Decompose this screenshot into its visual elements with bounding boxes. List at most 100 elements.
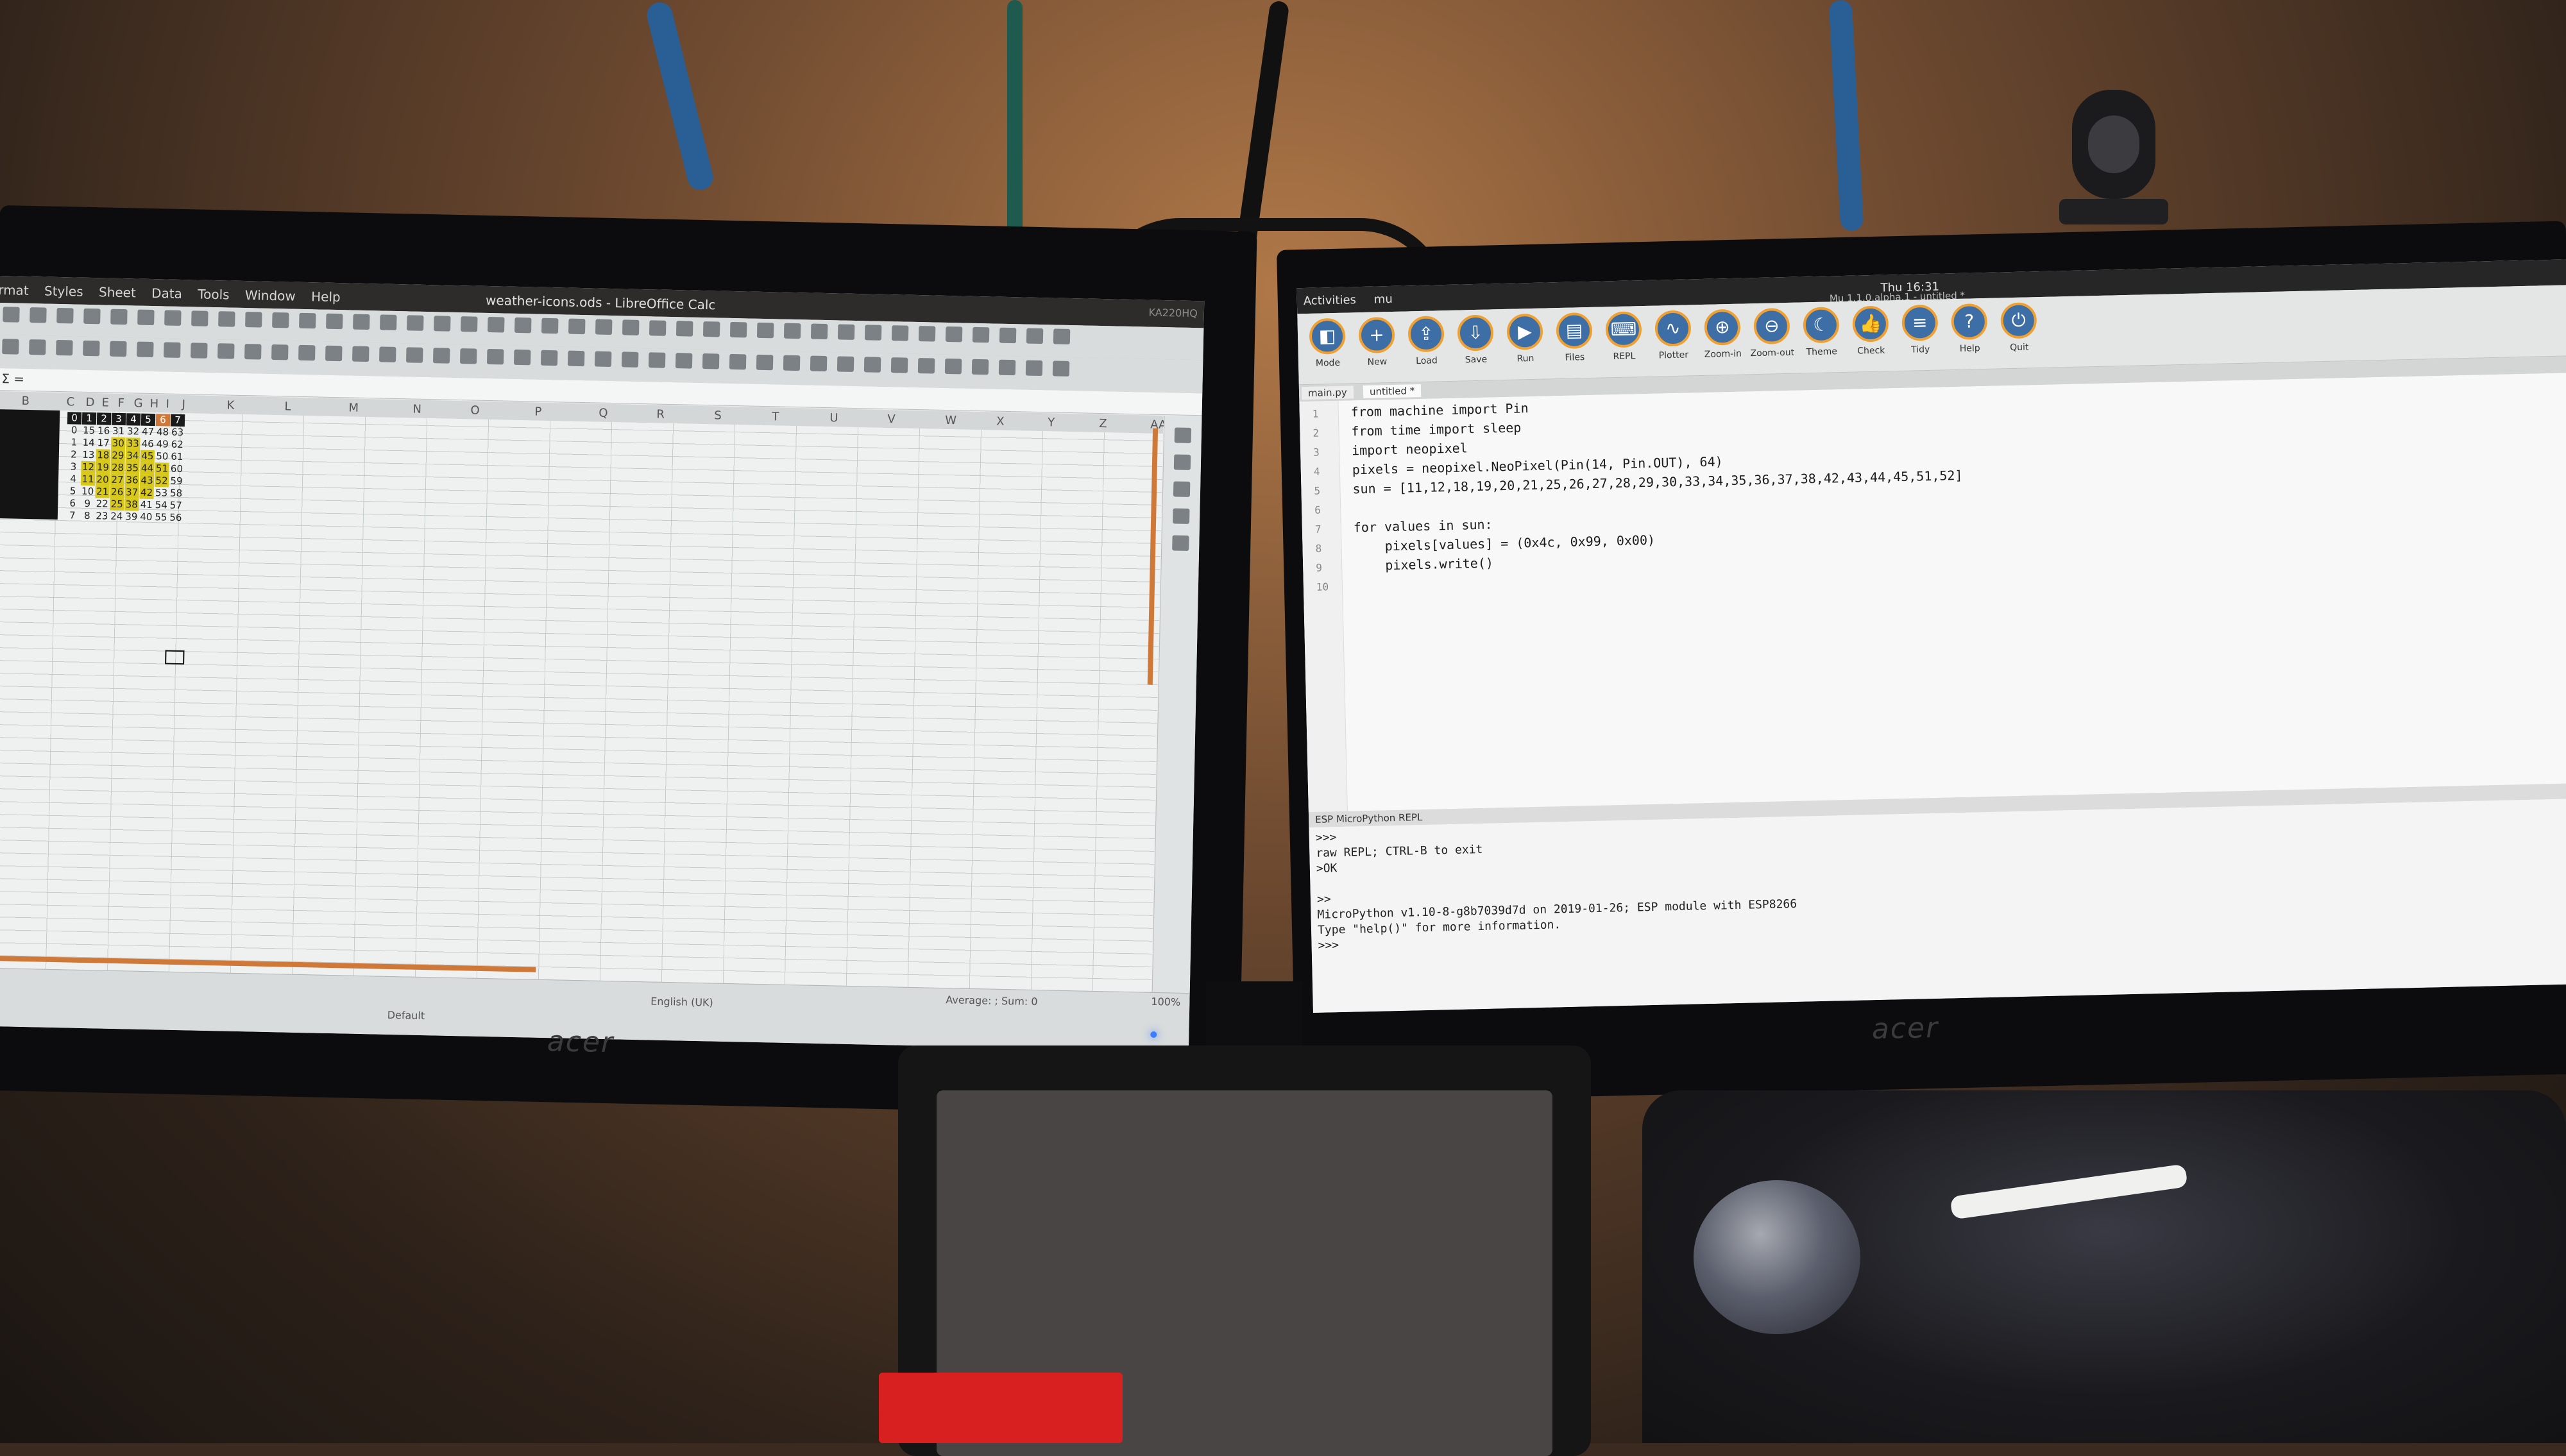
column-header[interactable]: C	[66, 395, 74, 409]
table-cell[interactable]: 31	[111, 425, 125, 437]
zoom-in-button[interactable]: ⊕ Zoom-in	[1699, 309, 1746, 360]
column-header[interactable]: R	[656, 408, 665, 421]
run-button[interactable]: ▶ Run	[1501, 313, 1549, 364]
menu-tools[interactable]: Tools	[198, 286, 230, 302]
table-cell[interactable]: 36	[124, 474, 140, 487]
table-cell[interactable]: 43	[139, 474, 155, 487]
table-cell[interactable]: 27	[110, 473, 125, 487]
code-line[interactable]: from machine import Pin	[1350, 400, 1528, 419]
table-cell[interactable]: 9	[80, 498, 94, 510]
table-cell[interactable]: 2	[67, 448, 81, 461]
sidebar-gallery-icon[interactable]	[1173, 481, 1191, 497]
table-cell[interactable]: 3	[66, 461, 80, 473]
plotter-button[interactable]: ∿ Plotter	[1649, 310, 1697, 361]
table-cell[interactable]: 25	[110, 498, 124, 511]
table-cell[interactable]: 38	[124, 498, 139, 511]
column-header[interactable]: J	[182, 398, 185, 411]
code-line[interactable]: for values in sun:	[1354, 516, 1493, 535]
table-cell[interactable]: 16	[96, 425, 110, 437]
code-line[interactable]: import neopixel	[1352, 440, 1468, 458]
table-cell[interactable]: 46	[140, 438, 155, 450]
column-header[interactable]: D	[85, 396, 94, 409]
table-header-cell[interactable]: 2	[96, 412, 112, 425]
tidy-button[interactable]: ≡ Tidy	[1896, 304, 1944, 355]
column-header[interactable]: Y	[1048, 416, 1055, 429]
menu-sheet[interactable]: Sheet	[99, 284, 136, 300]
table-cell[interactable]: 4	[66, 473, 80, 485]
menu-format[interactable]: rmat	[0, 282, 29, 298]
table-cell[interactable]: 21	[95, 486, 110, 498]
table-cell[interactable]: 53	[154, 487, 168, 499]
sidebar-styles-icon[interactable]	[1173, 454, 1191, 470]
table-cell[interactable]: 18	[96, 449, 111, 462]
table-cell[interactable]: 52	[154, 475, 169, 487]
table-header-cell[interactable]: 4	[126, 413, 141, 426]
column-header[interactable]: K	[226, 398, 234, 412]
theme-button[interactable]: ☾ Theme	[1797, 307, 1845, 358]
table-cell[interactable]: 51	[155, 462, 169, 475]
column-header[interactable]: E	[101, 396, 109, 409]
column-header[interactable]: T	[772, 410, 779, 423]
table-cell[interactable]: 0	[67, 424, 81, 436]
zoom-out-button[interactable]: ⊖ Zoom-out	[1748, 307, 1796, 359]
column-header[interactable]: I	[166, 397, 169, 411]
table-cell[interactable]: 50	[155, 450, 169, 462]
menu-styles[interactable]: Styles	[44, 283, 83, 299]
table-cell[interactable]: 34	[125, 450, 140, 462]
tab-untitled[interactable]: untitled *	[1363, 384, 1422, 398]
table-header-cell[interactable]: 5	[140, 413, 156, 427]
table-header-cell[interactable]: 6	[155, 414, 171, 427]
table-cell[interactable]: 60	[169, 463, 183, 475]
table-cell[interactable]: 26	[110, 486, 124, 499]
column-header[interactable]: S	[714, 409, 722, 422]
column-header[interactable]: B	[21, 394, 30, 408]
table-cell[interactable]: 33	[126, 437, 140, 450]
menu-window[interactable]: Window	[245, 287, 296, 304]
table-cell[interactable]: 44	[140, 462, 155, 475]
table-cell[interactable]: 59	[169, 475, 183, 487]
table-cell[interactable]: 12	[81, 461, 96, 474]
table-header-cell[interactable]: 0	[67, 412, 82, 425]
table-cell[interactable]: 8	[80, 510, 94, 522]
column-header[interactable]: P	[534, 405, 541, 419]
menu-data[interactable]: Data	[151, 285, 182, 301]
activities-button[interactable]: Activities	[1304, 293, 1357, 308]
table-cell[interactable]: 32	[126, 425, 140, 437]
table-cell[interactable]: 17	[96, 437, 110, 449]
table-cell[interactable]: 5	[65, 485, 80, 497]
repl-pane[interactable]: >>> raw REPL; CTRL-B to exit >OK >> MicroPyt…	[1309, 799, 2566, 1013]
table-cell[interactable]: 7	[65, 509, 80, 521]
load-button[interactable]: ⇪ Load	[1402, 316, 1450, 367]
column-header[interactable]: M	[348, 401, 359, 414]
sidebar-navigator-icon[interactable]	[1173, 508, 1190, 524]
column-header[interactable]: N	[412, 403, 421, 416]
column-header[interactable]: Z	[1099, 417, 1107, 430]
table-cell[interactable]: 30	[111, 437, 126, 450]
table-cell[interactable]: 23	[95, 510, 109, 522]
table-cell[interactable]: 55	[154, 511, 168, 523]
save-button[interactable]: ⇩ Save	[1452, 314, 1499, 366]
column-header[interactable]: L	[284, 400, 291, 413]
column-header[interactable]: X	[996, 415, 1005, 428]
quit-button[interactable]: ⏻ Quit	[1995, 302, 2043, 353]
table-cell[interactable]: 13	[81, 449, 96, 461]
new-button[interactable]: + New	[1353, 316, 1400, 368]
help-button[interactable]: ? Help	[1946, 303, 1993, 355]
column-header[interactable]: F	[117, 396, 124, 410]
table-cell[interactable]: 20	[95, 473, 110, 486]
code-line[interactable]: from time import sleep	[1351, 419, 1521, 439]
column-header[interactable]: O	[470, 403, 480, 417]
table-cell[interactable]: 35	[125, 462, 140, 475]
status-zoom[interactable]: 100%	[1151, 995, 1180, 1008]
table-cell[interactable]: 11	[80, 473, 96, 486]
spreadsheet-grid[interactable]: 0 1 2 3 4 5 6 7 0 15 16 31 32 47 48 63 1 14 17 30 33 46 49 62 2 1…	[0, 409, 1163, 993]
table-cell[interactable]: 42	[139, 486, 154, 500]
table-cell[interactable]: 22	[95, 498, 109, 510]
files-button[interactable]: ▤ Files	[1551, 312, 1598, 364]
table-cell[interactable]: 6	[65, 497, 80, 509]
check-button[interactable]: 👍 Check	[1847, 305, 1894, 357]
column-header[interactable]: H	[149, 397, 158, 411]
table-cell[interactable]: 41	[139, 499, 153, 511]
table-cell[interactable]: 48	[155, 426, 169, 438]
table-cell[interactable]: 15	[81, 425, 96, 437]
